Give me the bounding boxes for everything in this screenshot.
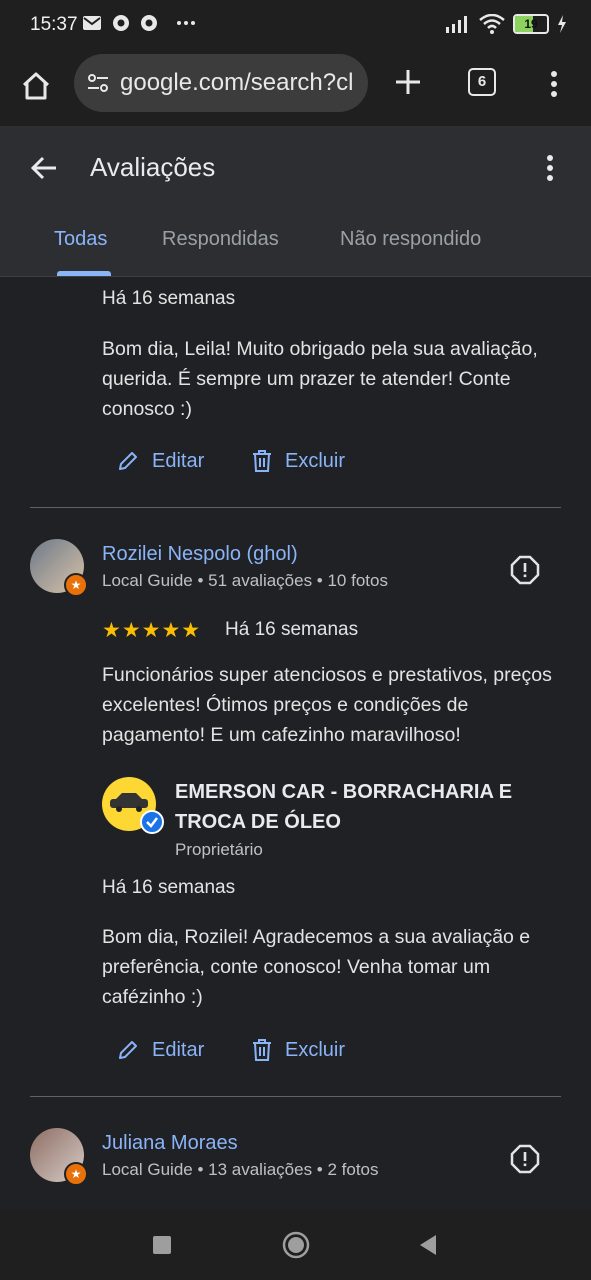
review-text: Funcionários super atenciosos e prestati… [102, 664, 552, 746]
address-bar[interactable]: google.com/search?cl [74, 54, 368, 112]
url-text: google.com/search?cl [120, 69, 354, 96]
local-guide-badge-icon: ★ [64, 1162, 88, 1186]
divider [30, 507, 561, 508]
edit-label: Editar [152, 1038, 205, 1061]
browser-menu-icon[interactable] [540, 66, 568, 102]
reply-time: Há 16 semanas [102, 288, 236, 309]
edit-reply-button[interactable]: Editar [116, 449, 204, 473]
overflow-menu-icon[interactable] [536, 150, 564, 186]
local-guide-badge-icon: ★ [64, 573, 88, 597]
battery-icon: 19 [513, 14, 549, 34]
pencil-icon [119, 452, 137, 470]
reply-text: Bom dia, Rozilei! Agradecemos a sua aval… [102, 926, 531, 1008]
avatar[interactable]: ★ [30, 539, 88, 597]
tab-todas[interactable]: Todas [54, 228, 107, 251]
owner-role: Proprietário [175, 840, 263, 859]
back-nav-icon[interactable] [418, 1234, 438, 1256]
charging-icon [558, 15, 566, 33]
system-nav-bar [0, 1209, 591, 1280]
page-header: Avaliações Todas Respondidas Não respond… [0, 126, 591, 277]
browser-toolbar: google.com/search?cl 6 [0, 52, 591, 126]
reply-time: Há 16 semanas [102, 877, 236, 898]
owner-name: EMERSON CAR - BORRACHARIA E TROCA DE ÓLE… [175, 781, 513, 833]
review-time: Há 16 semanas [225, 619, 359, 640]
active-tab-indicator [57, 271, 111, 276]
recents-icon[interactable] [152, 1235, 172, 1255]
battery-level: 19 [524, 17, 538, 31]
wifi-icon [479, 14, 505, 34]
tab-switcher-button[interactable]: 6 [468, 68, 496, 96]
back-arrow-icon[interactable] [26, 150, 62, 186]
delete-reply-button[interactable]: Excluir [251, 1038, 345, 1062]
new-tab-icon[interactable] [388, 62, 428, 102]
reviewer-name[interactable]: Rozilei Nespolo (ghol) [102, 543, 298, 566]
avatar[interactable]: ★ [30, 1128, 88, 1186]
status-bar: 15:37 19 [0, 0, 591, 52]
status-time: 15:37 [30, 14, 78, 35]
mail-icon [83, 16, 101, 30]
divider [30, 1096, 561, 1097]
site-settings-icon[interactable] [86, 71, 110, 95]
reviews-list: Há 16 semanas Bom dia, Leila! Muito obri… [0, 277, 591, 1209]
chrome-icon [141, 15, 157, 31]
verified-icon [140, 810, 164, 834]
reviewer-name[interactable]: Juliana Moraes [102, 1132, 238, 1155]
tab-nao-respondido[interactable]: Não respondido [340, 228, 481, 251]
report-icon[interactable] [510, 1144, 540, 1174]
star-rating: ★★★★★ [102, 619, 202, 642]
tab-respondidas[interactable]: Respondidas [162, 228, 279, 251]
pencil-icon [119, 1041, 137, 1059]
edit-reply-button[interactable]: Editar [116, 1038, 204, 1062]
reply-text: Bom dia, Leila! Muito obrigado pela sua … [102, 338, 538, 420]
delete-reply-button[interactable]: Excluir [251, 449, 345, 473]
reviewer-meta: Local Guide • 13 avaliações • 2 fotos [102, 1160, 379, 1179]
trash-icon [253, 450, 271, 472]
trash-icon [253, 1039, 271, 1061]
more-icon [177, 21, 195, 25]
page-title: Avaliações [90, 152, 216, 182]
reviewer-meta: Local Guide • 51 avaliações • 10 fotos [102, 571, 388, 590]
delete-label: Excluir [285, 1038, 346, 1061]
report-icon[interactable] [510, 555, 540, 585]
home-icon[interactable] [16, 66, 56, 106]
home-nav-icon[interactable] [282, 1231, 310, 1259]
edit-label: Editar [152, 449, 205, 472]
delete-label: Excluir [285, 449, 346, 472]
chrome-icon [113, 15, 129, 31]
signal-icon [446, 16, 467, 33]
